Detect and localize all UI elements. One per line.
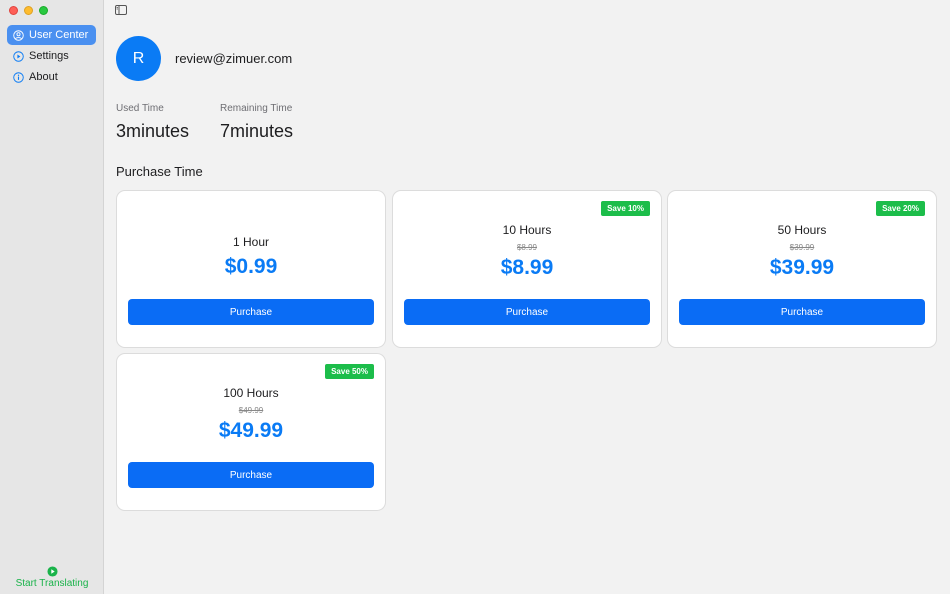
plan-card-50-hours: Save 20% 50 Hours $39.99 $39.99 Purchase (667, 190, 937, 348)
plan-card-10-hours: Save 10% 10 Hours $8.99 $8.99 Purchase (392, 190, 662, 348)
plan-title: 1 Hour (232, 235, 270, 249)
sidebar-item-settings[interactable]: Settings (7, 46, 96, 66)
plan-price: $39.99 (769, 256, 835, 279)
plan-price: $8.99 (500, 256, 554, 279)
sidebar-item-label: About (29, 71, 58, 83)
sidebar-item-label: User Center (29, 29, 89, 41)
purchase-button[interactable]: Purchase (404, 299, 650, 325)
plan-title: 100 Hours (223, 386, 279, 400)
purchase-section-title: Purchase Time (116, 164, 203, 179)
plan-original-price: $39.99 (789, 243, 815, 252)
sidebar-item-label: Settings (29, 50, 69, 62)
plan-price: $49.99 (218, 419, 284, 442)
sidebar-item-about[interactable]: About (7, 67, 96, 87)
start-translating-label: Start Translating (15, 578, 89, 589)
discount-badge: Save 10% (601, 201, 650, 216)
remaining-time-stat: Remaining Time 7minutes (220, 103, 293, 142)
used-time-stat: Used Time 3minutes (116, 103, 189, 142)
sidebar: User Center Settings About Start Transla… (0, 0, 104, 594)
gear-icon (13, 50, 24, 62)
window-minimize-button[interactable] (24, 6, 33, 15)
used-time-value: 3minutes (116, 121, 190, 141)
plan-card-1-hour: 1 Hour $0.99 Purchase (116, 190, 386, 348)
used-time-label: Used Time (116, 103, 164, 114)
discount-badge: Save 20% (876, 201, 925, 216)
window-close-button[interactable] (9, 6, 18, 15)
sidebar-item-user-center[interactable]: User Center (7, 25, 96, 45)
plan-title: 50 Hours (777, 223, 827, 237)
purchase-button[interactable]: Purchase (128, 462, 374, 488)
start-translating-button[interactable]: Start Translating (0, 566, 104, 589)
avatar: R (116, 36, 161, 81)
plan-card-100-hours: Save 50% 100 Hours $49.99 $49.99 Purchas… (116, 353, 386, 511)
play-circle-icon (46, 566, 58, 577)
window-zoom-button[interactable] (39, 6, 48, 15)
plan-original-price: $8.99 (516, 243, 538, 252)
plan-original-price: $49.99 (238, 406, 264, 415)
main-content: R review@zimuer.com Used Time 3minutes R… (104, 0, 950, 594)
purchase-button[interactable]: Purchase (128, 299, 374, 325)
info-icon (13, 71, 24, 83)
plan-price: $0.99 (224, 255, 278, 278)
plan-title: 10 Hours (502, 223, 552, 237)
sidebar-nav: User Center Settings About (7, 25, 96, 88)
remaining-time-value: 7minutes (220, 121, 294, 141)
remaining-time-label: Remaining Time (220, 103, 293, 114)
person-circle-icon (13, 29, 24, 41)
user-email: review@zimuer.com (175, 51, 293, 66)
discount-badge: Save 50% (325, 364, 374, 379)
purchase-button[interactable]: Purchase (679, 299, 925, 325)
